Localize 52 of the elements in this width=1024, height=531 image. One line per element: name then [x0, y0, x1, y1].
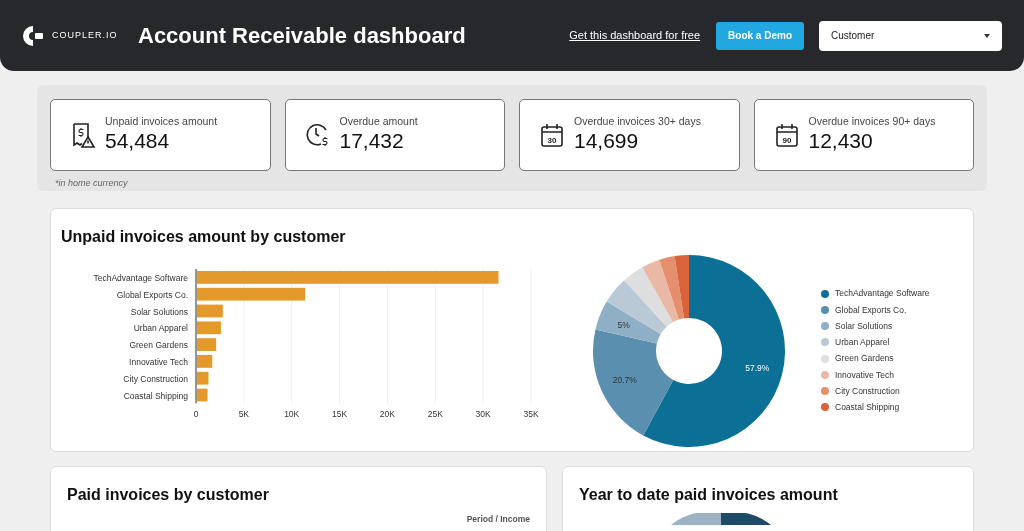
axis-tick-label: 35K [523, 408, 539, 417]
bar [197, 320, 221, 334]
category-label: Innovative Tech [129, 356, 188, 367]
axis-tick-label: 5K [238, 408, 250, 417]
currency-note: *in home currency [55, 177, 129, 190]
legend-label: Urban Apparel [835, 336, 890, 349]
category-label: TechAdvantage Software [93, 272, 188, 283]
legend-label: City Construction [835, 384, 900, 398]
category-label: Urban Apparel [133, 322, 188, 333]
bar [197, 304, 223, 317]
card-title: Unpaid invoices amount by customer [61, 226, 347, 247]
kpi-label: Overdue invoices 30+ days [574, 115, 701, 129]
kpi-label: Unpaid invoices amount [105, 115, 218, 129]
category-label: Solar Solutions [130, 306, 188, 317]
customer-dropdown[interactable]: Customer [819, 20, 1002, 51]
legend-label: Global Exports Co. [835, 303, 907, 317]
logo-text: COUPLER.IO [52, 28, 118, 42]
axis-tick-label: 30K [475, 408, 491, 417]
category-label: Global Exports Co. [116, 289, 188, 300]
slice-label: 5% [617, 319, 630, 330]
category-label: Green Gardens [129, 339, 188, 350]
bar [197, 388, 208, 401]
bar [197, 354, 213, 368]
kpi-value: 54,484 [105, 128, 171, 155]
dashboard-title: Account Receivable dashboard [138, 22, 466, 50]
axis-tick-label: 20K [379, 408, 395, 417]
slice-label: 57.9% [745, 362, 770, 373]
get-dashboard-link[interactable]: Get this dashboard for free [569, 27, 701, 44]
legend-label: TechAdvantage Software [835, 287, 930, 300]
kpi-value: 12,430 [808, 128, 874, 155]
caret-icon [984, 33, 990, 38]
card-title: Year to date paid invoices amount [579, 484, 839, 505]
slice-label: 20.7% [612, 374, 637, 385]
legend-label: Innovative Tech [835, 368, 894, 382]
legend-label: Green Gardens [835, 352, 894, 365]
bar [197, 337, 217, 351]
axis-tick-label: 15K [332, 408, 348, 417]
category-label: Coastal Shipping [123, 390, 188, 401]
axis-tick-label: 25K [427, 408, 443, 417]
kpi-label: Overdue invoices 90+ days [808, 115, 936, 129]
bar [197, 371, 209, 385]
axis-tick-label: 10K [284, 408, 300, 417]
axis-tick-label: 0 [193, 408, 199, 417]
kpi-label: Overdue amount [339, 115, 418, 129]
kpi-value: 14,699 [574, 128, 640, 155]
card-title: Paid invoices by customer [67, 484, 270, 505]
logo-icon [22, 24, 44, 47]
legend-label: Coastal Shipping [835, 401, 900, 414]
kpi-value: 17,432 [339, 128, 405, 155]
column-header: Period / Income [466, 512, 530, 526]
category-label: City Construction [123, 373, 188, 384]
legend-label: Solar Solutions [835, 319, 893, 333]
